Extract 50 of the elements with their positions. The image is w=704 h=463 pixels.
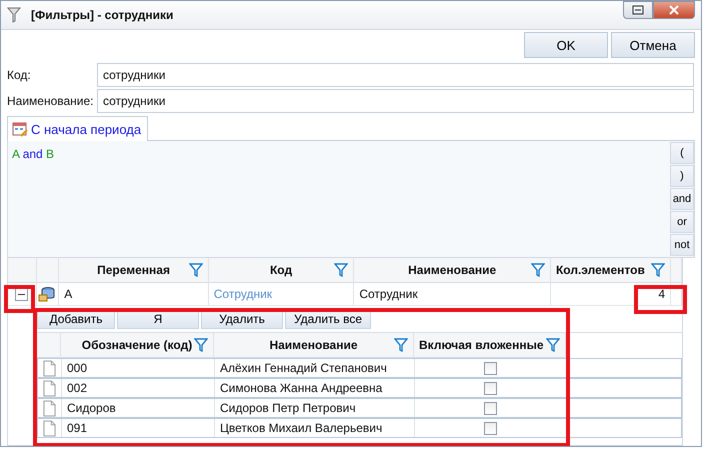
filter-icon[interactable] bbox=[194, 338, 208, 352]
funnel-icon bbox=[7, 7, 21, 23]
cancel-button[interactable]: Отмена bbox=[611, 32, 695, 58]
close-icon bbox=[668, 5, 680, 15]
table-cell: Сидоров Петр Петрович bbox=[220, 401, 356, 415]
field-label: Наименование: bbox=[7, 94, 95, 108]
document-icon bbox=[43, 380, 56, 396]
checkbox[interactable] bbox=[484, 382, 497, 394]
table-cell: Симонова Жанна Андреевна bbox=[220, 381, 382, 395]
table-cell: Сотрудник bbox=[359, 287, 418, 301]
tab[interactable]: С начала периода bbox=[7, 116, 148, 141]
window-title: [Фильтры] - сотрудники bbox=[31, 8, 174, 22]
highlight-frame bbox=[634, 285, 687, 314]
operator-button[interactable]: ( bbox=[670, 142, 694, 164]
table-cell: 002 bbox=[67, 381, 88, 395]
field-label: Код: bbox=[7, 68, 32, 82]
document-icon bbox=[43, 420, 56, 436]
operator-button[interactable]: ) bbox=[670, 165, 694, 187]
operator-button[interactable]: not bbox=[670, 234, 694, 256]
table-cell: Цветков Михаил Валерьевич bbox=[220, 421, 382, 435]
table-cell: Сидоров bbox=[67, 401, 116, 415]
checkbox[interactable] bbox=[484, 402, 497, 414]
table-cell: Сотрудник bbox=[214, 287, 272, 301]
table-cell: 091 bbox=[67, 421, 88, 435]
document-icon bbox=[43, 400, 56, 416]
filter-icon[interactable] bbox=[188, 263, 203, 277]
operator-button[interactable]: or bbox=[670, 211, 694, 233]
table-cell: 4 bbox=[658, 287, 665, 301]
database-icon bbox=[38, 286, 56, 302]
text-field[interactable]: сотрудники bbox=[97, 62, 694, 86]
operator-button[interactable]: and bbox=[670, 188, 694, 210]
column-header[interactable]: Код bbox=[270, 263, 292, 277]
expression-editor[interactable]: A and B bbox=[8, 141, 670, 257]
checkbox[interactable] bbox=[484, 422, 497, 434]
document-icon bbox=[43, 360, 56, 376]
table-cell: A bbox=[64, 287, 72, 301]
checkbox[interactable] bbox=[484, 362, 497, 374]
filter-icon[interactable] bbox=[546, 338, 560, 352]
table-cell: Алёхин Геннадий Степанович bbox=[220, 361, 387, 375]
ok-button[interactable]: OK bbox=[524, 32, 608, 58]
calendar-icon bbox=[12, 121, 28, 137]
table-cell: 000 bbox=[67, 361, 88, 375]
filter-icon[interactable] bbox=[394, 338, 408, 352]
restore-button[interactable] bbox=[623, 1, 653, 19]
close-button[interactable] bbox=[653, 1, 695, 19]
filter-icon[interactable] bbox=[530, 263, 545, 277]
text-field[interactable]: сотрудники bbox=[97, 88, 694, 112]
restore-icon bbox=[632, 5, 644, 15]
filter-icon[interactable] bbox=[651, 263, 665, 277]
filter-icon[interactable] bbox=[334, 263, 348, 277]
